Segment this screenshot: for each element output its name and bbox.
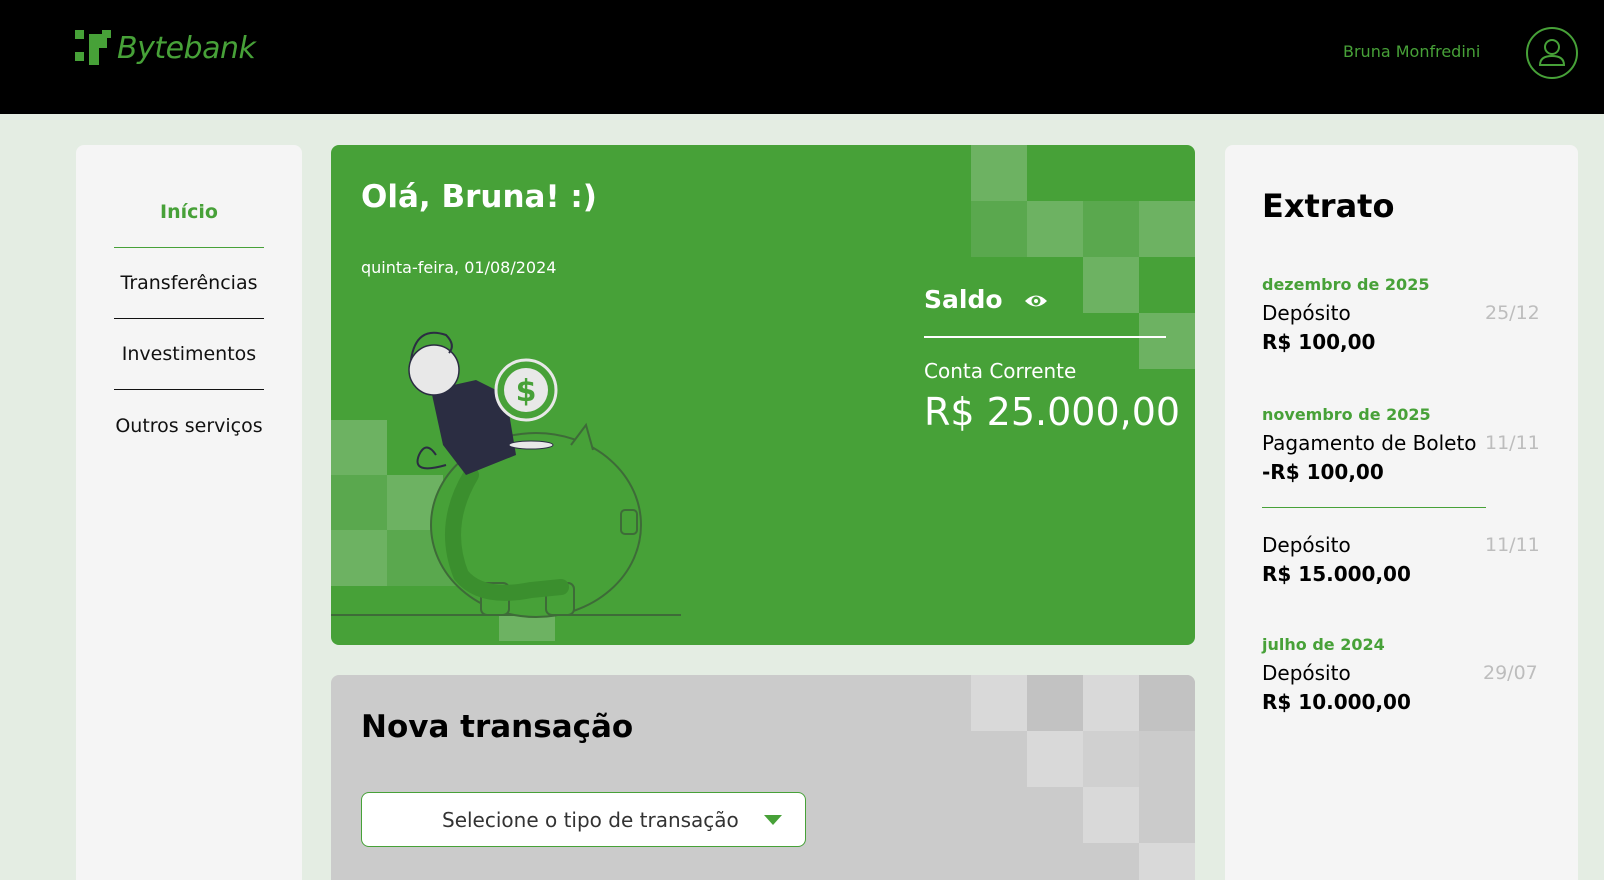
statement-entry-type: Pagamento de Boleto bbox=[1262, 431, 1477, 455]
top-header: Bytebank Bruna Monfredini bbox=[0, 0, 1604, 114]
statement-entry-type: Depósito bbox=[1262, 661, 1351, 685]
transaction-type-select[interactable]: Selecione o tipo de transação bbox=[361, 792, 806, 847]
balance-label: Saldo bbox=[924, 285, 1003, 314]
statement-title: Extrato bbox=[1262, 187, 1395, 225]
dollar-coin-icon: $ bbox=[516, 374, 537, 409]
statement-entry-date: 11/11 bbox=[1485, 432, 1540, 454]
sidebar-item-inicio[interactable]: Início bbox=[114, 177, 264, 248]
user-avatar-button[interactable] bbox=[1526, 27, 1578, 79]
transaction-type-placeholder: Selecione o tipo de transação bbox=[442, 808, 739, 832]
statement-month: julho de 2024 bbox=[1262, 635, 1385, 654]
new-transaction-title: Nova transação bbox=[361, 709, 634, 745]
statement-month: dezembro de 2025 bbox=[1262, 275, 1430, 294]
statement-month: novembro de 2025 bbox=[1262, 405, 1431, 424]
statement-entry-date: 11/11 bbox=[1485, 534, 1540, 556]
piggy-bank-illustration: $ bbox=[331, 331, 681, 618]
chevron-down-icon bbox=[764, 815, 782, 825]
statement-entry-amount: R$ 15.000,00 bbox=[1262, 562, 1411, 586]
bytebank-logo[interactable]: Bytebank bbox=[75, 30, 256, 66]
statement-entry-amount: R$ 10.000,00 bbox=[1262, 690, 1411, 714]
statement-panel: Extrato dezembro de 2025 Depósito R$ 100… bbox=[1225, 145, 1578, 880]
account-type: Conta Corrente bbox=[924, 359, 1077, 383]
new-transaction-card: Nova transação Selecione o tipo de trans… bbox=[331, 675, 1195, 880]
sidebar-item-investimentos[interactable]: Investimentos bbox=[114, 319, 264, 390]
brand-name: Bytebank bbox=[117, 30, 256, 66]
statement-entry-type: Depósito bbox=[1262, 301, 1351, 325]
balance-card: Olá, Bruna! :) quinta-feira, 01/08/2024 … bbox=[331, 145, 1195, 645]
eye-icon[interactable] bbox=[1024, 289, 1048, 313]
current-date: quinta-feira, 01/08/2024 bbox=[361, 258, 557, 277]
statement-entry-date: 25/12 bbox=[1485, 302, 1540, 324]
statement-entry-amount: -R$ 100,00 bbox=[1262, 460, 1384, 484]
sidebar-item-transferencias[interactable]: Transferências bbox=[114, 248, 264, 319]
sidebar-item-outros-servicos[interactable]: Outros serviços bbox=[114, 390, 264, 461]
statement-entry-date: 29/07 bbox=[1483, 662, 1538, 684]
balance-divider bbox=[924, 336, 1166, 338]
sidebar-nav: Início Transferências Investimentos Outr… bbox=[76, 145, 302, 880]
user-name: Bruna Monfredini bbox=[1343, 42, 1481, 61]
statement-divider bbox=[1262, 507, 1486, 508]
balance-amount: R$ 25.000,00 bbox=[924, 390, 1181, 434]
bytebank-logo-icon bbox=[75, 30, 111, 65]
user-icon bbox=[1538, 39, 1566, 66]
statement-entry-amount: R$ 100,00 bbox=[1262, 330, 1376, 354]
greeting: Olá, Bruna! :) bbox=[361, 179, 597, 215]
statement-entry-type: Depósito bbox=[1262, 533, 1351, 557]
